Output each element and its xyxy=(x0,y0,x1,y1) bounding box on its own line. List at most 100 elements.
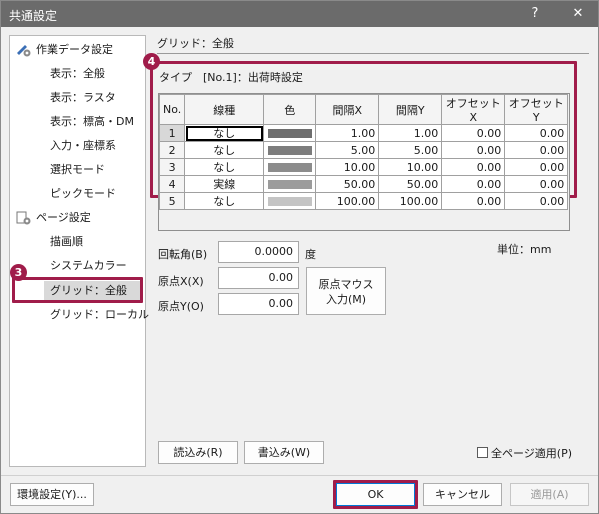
cancel-button[interactable]: キャンセル xyxy=(423,483,502,506)
line-type-cell[interactable]: 実線 xyxy=(184,175,265,193)
row-number: 5 xyxy=(158,192,186,210)
origin-mouse-line2: 入力(M) xyxy=(325,293,367,306)
color-cell[interactable] xyxy=(263,175,317,193)
close-button[interactable]: ✕ xyxy=(561,1,595,27)
section-divider xyxy=(157,53,589,54)
table-row[interactable]: 3 なし 10.00 10.00 0.00 0.00 xyxy=(158,158,569,176)
tree-item-select-mode[interactable]: 選択モード xyxy=(50,160,105,180)
tree-item-pick-mode[interactable]: ピックモード xyxy=(50,184,116,204)
footer-divider xyxy=(1,475,598,476)
title-bar: 共通設定 ? ✕ xyxy=(1,1,598,27)
line-type-cell[interactable]: なし xyxy=(184,192,265,210)
highlight-frame-ok xyxy=(333,480,418,509)
offset-y-cell[interactable]: 0.00 xyxy=(504,141,569,159)
row-number: 2 xyxy=(158,141,186,159)
origin-y-input[interactable]: 0.00 xyxy=(218,293,299,315)
table-row[interactable]: 5 なし 100.00 100.00 0.00 0.00 xyxy=(158,192,569,210)
color-swatch xyxy=(267,128,312,138)
offset-y-cell[interactable]: 0.00 xyxy=(504,175,569,193)
offset-x-cell[interactable]: 0.00 xyxy=(441,124,506,142)
color-swatch xyxy=(267,145,312,155)
tree-item-draw-order[interactable]: 描画順 xyxy=(50,232,83,252)
tree-item-grid-local[interactable]: グリッド：ローカル xyxy=(50,305,149,325)
interval-y-cell[interactable]: 1.00 xyxy=(378,124,443,142)
step-badge-4: 4 xyxy=(143,53,160,70)
grid-settings-table: No. 線種 色 間隔X 間隔Y オフセットX オフセットY 1 なし 1.00… xyxy=(158,94,569,210)
environment-settings-button[interactable]: 環境設定(Y)... xyxy=(10,483,94,506)
offset-x-cell[interactable]: 0.00 xyxy=(441,175,506,193)
col-header-offset-y: オフセットY xyxy=(504,94,569,125)
offset-x-cell[interactable]: 0.00 xyxy=(441,141,506,159)
apply-all-pages-checkbox[interactable] xyxy=(477,447,488,458)
row-number: 3 xyxy=(158,158,186,176)
interval-y-cell[interactable]: 100.00 xyxy=(378,192,443,210)
col-header-interval-x: 間隔X xyxy=(315,94,380,125)
tree-item-input-coords[interactable]: 入力・座標系 xyxy=(50,136,116,156)
offset-y-cell[interactable]: 0.00 xyxy=(504,124,569,142)
type-label: タイプ xyxy=(159,71,192,84)
line-type-cell[interactable]: なし xyxy=(184,124,265,142)
offset-y-cell[interactable]: 0.00 xyxy=(504,158,569,176)
offset-y-cell[interactable]: 0.00 xyxy=(504,192,569,210)
color-cell[interactable] xyxy=(263,158,317,176)
offset-x-cell[interactable]: 0.00 xyxy=(441,158,506,176)
tree-item-system-color[interactable]: システムカラー xyxy=(50,256,127,276)
highlight-frame-3 xyxy=(12,277,143,303)
color-cell[interactable] xyxy=(263,192,317,210)
load-button[interactable]: 読込み(R) xyxy=(158,441,238,464)
line-type-cell[interactable]: なし xyxy=(184,158,265,176)
origin-mouse-input-button[interactable]: 原点マウス 入力(M) xyxy=(306,267,386,315)
interval-x-cell[interactable]: 50.00 xyxy=(315,175,380,193)
interval-y-cell[interactable]: 5.00 xyxy=(378,141,443,159)
table-row[interactable]: 4 実線 50.00 50.00 0.00 0.00 xyxy=(158,175,569,193)
rotation-input[interactable]: 0.0000 xyxy=(218,241,299,263)
col-header-color: 色 xyxy=(263,94,317,125)
origin-mouse-line1: 原点マウス xyxy=(318,278,374,291)
type-value: [No.1]：出荷時設定 xyxy=(203,71,303,84)
interval-x-cell[interactable]: 100.00 xyxy=(315,192,380,210)
col-header-no: No. xyxy=(158,94,186,125)
col-header-line-type: 線種 xyxy=(184,94,265,125)
grid-table-frame: No. 線種 色 間隔X 間隔Y オフセットX オフセットY 1 なし 1.00… xyxy=(158,93,570,231)
color-swatch xyxy=(267,162,312,172)
table-header-row: No. 線種 色 間隔X 間隔Y オフセットX オフセットY xyxy=(158,94,569,125)
origin-y-label: 原点Y(O) xyxy=(158,300,204,313)
tree-item-display-general[interactable]: 表示：全般 xyxy=(50,64,105,84)
page-settings-icon xyxy=(16,211,31,225)
color-swatch xyxy=(267,196,312,206)
tree-item-label: ページ設定 xyxy=(36,211,91,224)
origin-x-input[interactable]: 0.00 xyxy=(218,267,299,289)
table-row[interactable]: 2 なし 5.00 5.00 0.00 0.00 xyxy=(158,141,569,159)
tree-item-display-raster[interactable]: 表示：ラスタ xyxy=(50,88,116,108)
tree-item-display-elevation[interactable]: 表示：標高・DM xyxy=(50,112,134,132)
line-type-cell[interactable]: なし xyxy=(184,141,265,159)
color-cell[interactable] xyxy=(263,141,317,159)
section-title: グリッド：全般 xyxy=(157,37,234,50)
interval-x-cell[interactable]: 1.00 xyxy=(315,124,380,142)
interval-y-cell[interactable]: 50.00 xyxy=(378,175,443,193)
table-row[interactable]: 1 なし 1.00 1.00 0.00 0.00 xyxy=(158,124,569,142)
interval-x-cell[interactable]: 10.00 xyxy=(315,158,380,176)
rotation-label: 回転角(B) xyxy=(158,248,208,261)
col-header-offset-x: オフセットX xyxy=(441,94,506,125)
row-number: 4 xyxy=(158,175,186,193)
color-swatch xyxy=(267,179,312,189)
col-header-interval-y: 間隔Y xyxy=(378,94,443,125)
interval-x-cell[interactable]: 5.00 xyxy=(315,141,380,159)
settings-tree: 作業データ設定 表示：全般 表示：ラスタ 表示：標高・DM 入力・座標系 選択モ… xyxy=(9,35,149,467)
color-cell[interactable] xyxy=(263,124,317,142)
settings-dialog: 共通設定 ? ✕ 作業データ設定 表示：全般 表示：ラスタ 表示：標高・DM 入… xyxy=(0,0,599,514)
window-title: 共通設定 xyxy=(9,9,58,23)
help-button[interactable]: ? xyxy=(518,1,552,27)
step-badge-3: 3 xyxy=(10,264,27,281)
apply-button[interactable]: 適用(A) xyxy=(510,483,589,506)
origin-x-label: 原点X(X) xyxy=(158,275,204,288)
row-number: 1 xyxy=(158,124,186,142)
interval-y-cell[interactable]: 10.00 xyxy=(378,158,443,176)
settings-folder-icon xyxy=(17,45,31,57)
unit-label: 単位：mm xyxy=(497,243,552,256)
tree-item-label: 作業データ設定 xyxy=(36,43,113,56)
write-button[interactable]: 書込み(W) xyxy=(244,441,324,464)
apply-all-pages-label: 全ページ適用(P) xyxy=(491,447,572,460)
offset-x-cell[interactable]: 0.00 xyxy=(441,192,506,210)
